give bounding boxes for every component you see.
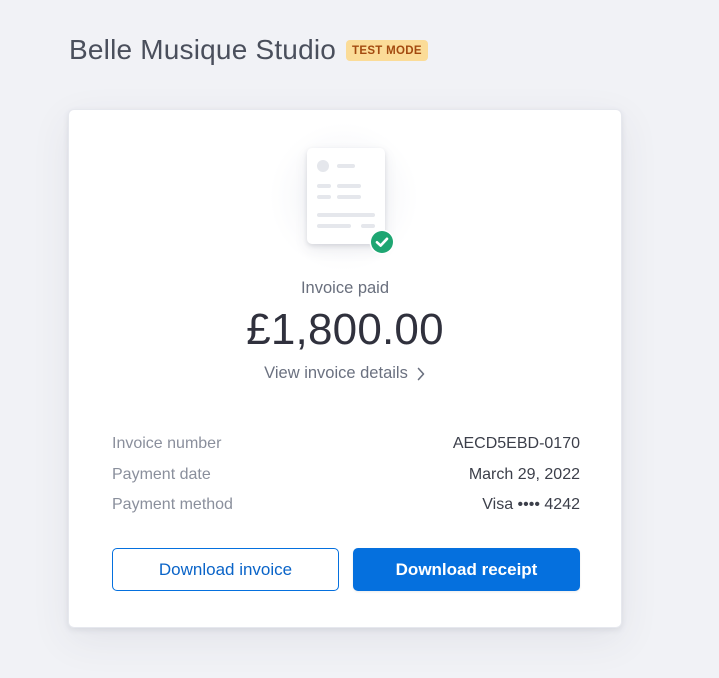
info-label: Payment method [112,496,233,514]
merchant-name: Belle Musique Studio [69,34,337,65]
payment-info-list: Invoice number AECD5EBD-0170 Payment dat… [112,429,580,521]
doc-line [317,195,331,199]
page-header: Belle Musique Studio TEST MODE [69,34,428,66]
info-value: March 29, 2022 [468,465,580,483]
download-invoice-button[interactable]: Download invoice [112,548,339,591]
doc-line [337,184,361,188]
doc-avatar-dot [317,160,329,172]
doc-line [361,224,375,228]
info-label: Invoice number [112,435,222,453]
view-invoice-details-link[interactable]: View invoice details [69,364,621,383]
doc-line [317,213,375,217]
receipt-card: Invoice paid £1,800.00 View invoice deta… [68,109,622,628]
view-invoice-details-label: View invoice details [264,364,408,382]
test-mode-badge: TEST MODE [346,39,428,61]
amount-paid: £1,800.00 [246,305,444,354]
download-receipt-button[interactable]: Download receipt [353,548,580,591]
doc-line [317,224,351,228]
check-circle-icon [369,229,395,255]
chevron-right-icon [417,367,425,380]
doc-line [317,184,331,188]
payment-status: Invoice paid [300,279,390,297]
info-value: Visa •••• 4242 [482,496,580,514]
info-row-payment-date: Payment date March 29, 2022 [112,460,580,491]
invoice-illustration [269,122,419,272]
info-label: Payment date [112,465,211,483]
action-buttons: Download invoice Download receipt [112,548,580,591]
doc-line [337,164,355,168]
doc-line [337,195,361,199]
info-value: AECD5EBD-0170 [452,435,580,453]
info-row-invoice-number: Invoice number AECD5EBD-0170 [112,429,580,460]
info-row-payment-method: Payment method Visa •••• 4242 [112,490,580,521]
